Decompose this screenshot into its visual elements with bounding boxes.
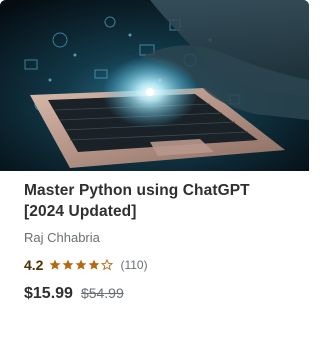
course-card[interactable]: Master Python using ChatGPT [2024 Update… xyxy=(0,0,309,351)
rating-count: (110) xyxy=(120,258,148,272)
current-price: $15.99 xyxy=(24,285,73,302)
course-title[interactable]: Master Python using ChatGPT [2024 Update… xyxy=(24,180,291,222)
star-full-icon xyxy=(63,259,74,270)
course-thumbnail[interactable] xyxy=(0,0,309,171)
laptop-hands-image xyxy=(0,0,309,171)
star-full-icon xyxy=(89,259,100,270)
star-rating xyxy=(49,259,114,271)
star-full-icon xyxy=(50,259,61,270)
course-title-line-1[interactable]: Master Python using ChatGPT xyxy=(24,182,250,199)
price-row: $15.99 $54.99 xyxy=(24,285,291,303)
rating-value: 4.2 xyxy=(24,257,44,273)
course-author: Raj Chhabria xyxy=(24,230,100,245)
course-info: Master Python using ChatGPT [2024 Update… xyxy=(24,180,291,303)
course-title-line-2[interactable]: [2024 Updated] xyxy=(24,203,137,220)
star-full-icon xyxy=(76,259,87,270)
rating-row: 4.2 (110) xyxy=(24,256,291,274)
original-price: $54.99 xyxy=(80,285,124,301)
star-empty-icon xyxy=(101,259,114,271)
